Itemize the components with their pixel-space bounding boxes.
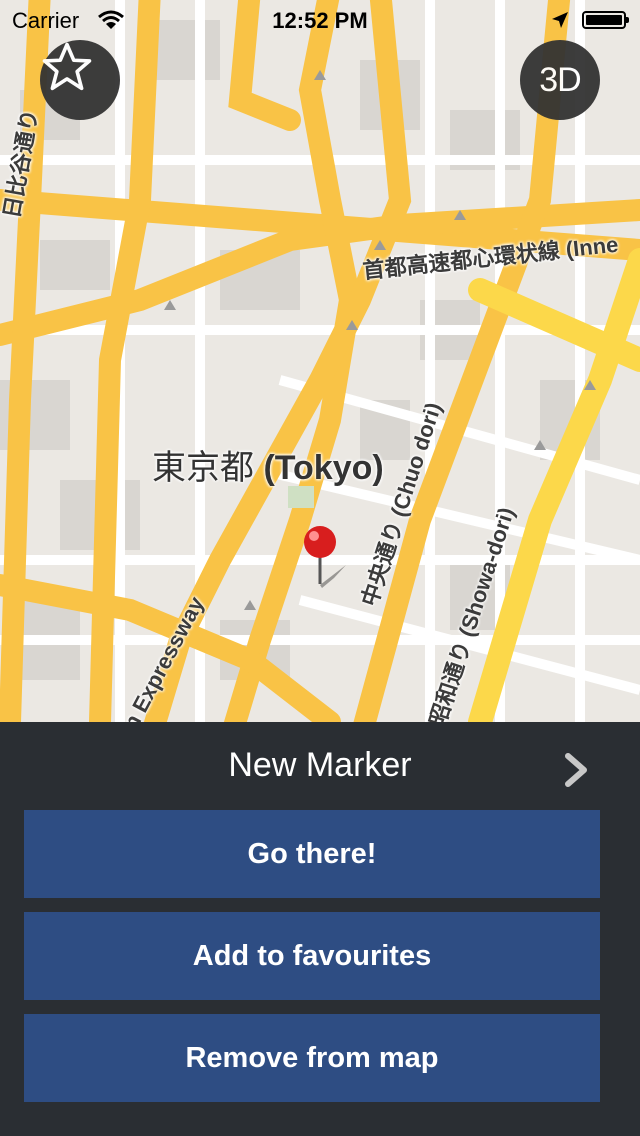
add-to-favourites-button[interactable]: Add to favourites (24, 912, 600, 1000)
go-there-button[interactable]: Go there! (24, 810, 600, 898)
status-bar: Carrier 12:52 PM (0, 0, 640, 40)
city-name-en: (Tokyo) (263, 449, 384, 487)
red-pin-icon[interactable] (300, 524, 340, 588)
marker-title: New Marker (228, 746, 412, 784)
battery-icon (582, 11, 629, 29)
city-name-jp: 東京都 (152, 449, 254, 487)
3d-toggle-button[interactable]: 3D (520, 40, 600, 120)
chevron-right-icon[interactable] (560, 750, 594, 790)
clock: 12:52 PM (272, 8, 368, 33)
marker-panel: New Marker Go there! Add to favourites R… (0, 722, 640, 1136)
map-label-city: 東京都 (Tokyo) (152, 440, 384, 489)
remove-from-map-button[interactable]: Remove from map (24, 1014, 600, 1102)
star-icon (42, 42, 92, 91)
map-view[interactable]: 日比谷通り 首都高速都心環状線 (Inne 中央通り (Chuo dori) 昭… (0, 0, 640, 722)
favourites-button[interactable] (40, 40, 120, 120)
location-arrow-icon (552, 12, 568, 28)
